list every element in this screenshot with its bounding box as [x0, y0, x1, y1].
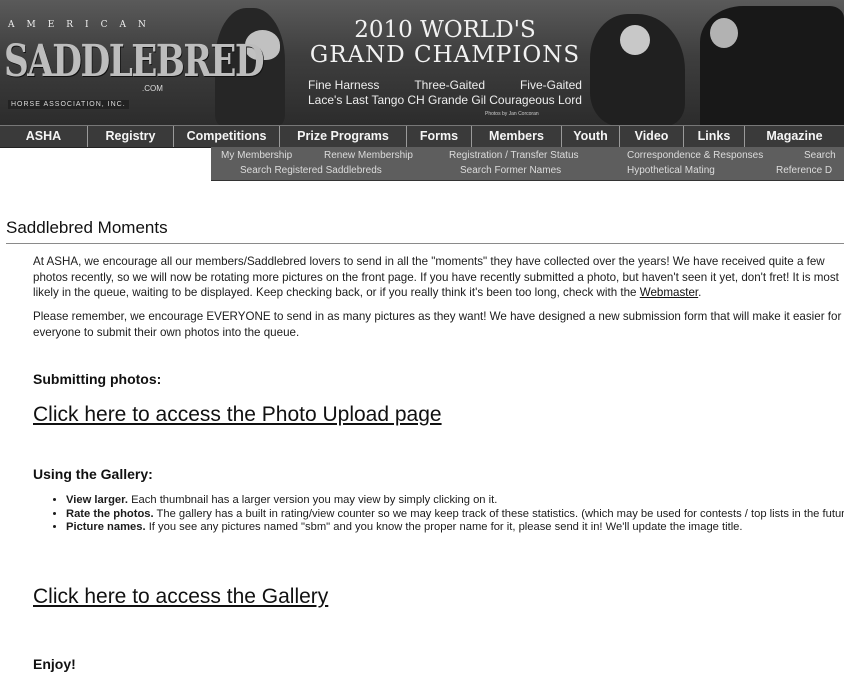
- subnav-search[interactable]: Search: [804, 150, 836, 161]
- nav-competitions[interactable]: Competitions: [174, 126, 280, 147]
- tip-text: The gallery has a built in rating/view c…: [153, 507, 844, 520]
- members-subnav: My Membership Renew Membership Registrat…: [211, 147, 844, 181]
- submitting-photos-heading: Submitting photos:: [33, 371, 162, 387]
- gallery-tips-list: View larger. Each thumbnail has a larger…: [52, 494, 844, 535]
- winner-cell: Three-Gaited: [414, 78, 486, 92]
- using-gallery-heading: Using the Gallery:: [33, 466, 153, 482]
- subnav-registration-transfer-status[interactable]: Registration / Transfer Status: [449, 150, 579, 161]
- winner-cell: Fine Harness: [308, 78, 380, 92]
- winner-cell: CH Grande Gil: [407, 93, 487, 107]
- nav-members[interactable]: Members: [472, 126, 562, 147]
- logo-com-text: .COM: [142, 84, 163, 93]
- subnav-my-membership[interactable]: My Membership: [221, 150, 292, 161]
- photo-upload-link[interactable]: Click here to access the Photo Upload pa…: [33, 403, 442, 427]
- subnav-search-registered[interactable]: Search Registered Saddlebreds: [240, 165, 382, 176]
- tip-text: If you see any pictures named "sbm" and …: [145, 521, 743, 533]
- tip-title: Rate the photos.: [66, 507, 154, 520]
- photo-credit: Photos by Jan Corcoran: [485, 111, 539, 117]
- nav-prize-programs[interactable]: Prize Programs: [280, 126, 407, 147]
- nav-video[interactable]: Video: [620, 126, 684, 147]
- nav-youth[interactable]: Youth: [562, 126, 620, 147]
- winners-row: Lace's Last Tango CH Grande Gil Courageo…: [300, 93, 590, 108]
- list-item: Picture names. If you see any pictures n…: [66, 521, 844, 535]
- rider-face-center: [620, 25, 650, 55]
- winner-cell: Lace's Last Tango: [308, 93, 405, 107]
- intro-end: .: [698, 286, 702, 299]
- title-divider: [6, 243, 844, 244]
- list-item: Rate the photos. The gallery has a built…: [66, 508, 844, 522]
- winners-row: Fine Harness Three-Gaited Five-Gaited: [300, 78, 590, 93]
- page-title: Saddlebred Moments: [6, 218, 168, 237]
- gallery-link[interactable]: Click here to access the Gallery: [33, 585, 328, 609]
- logo-sub-text: HORSE ASSOCIATION, INC.: [8, 100, 129, 109]
- intro-paragraph: At ASHA, we encourage all our members/Sa…: [33, 254, 843, 301]
- rider-face-right: [710, 18, 738, 48]
- intro-text: At ASHA, we encourage all our members/Sa…: [33, 255, 839, 299]
- subnav-reference[interactable]: Reference D: [776, 165, 832, 176]
- webmaster-link[interactable]: Webmaster: [640, 286, 698, 299]
- nav-magazine[interactable]: Magazine: [745, 126, 844, 147]
- list-item: View larger. Each thumbnail has a larger…: [66, 494, 844, 508]
- subnav-correspondence-responses[interactable]: Correspondence & Responses: [627, 150, 763, 161]
- nav-forms[interactable]: Forms: [407, 126, 472, 147]
- nav-links[interactable]: Links: [684, 126, 745, 147]
- logo-top-text: AMERICAN: [8, 20, 158, 30]
- enjoy-text: Enjoy!: [33, 656, 76, 672]
- nav-registry[interactable]: Registry: [88, 126, 174, 147]
- header-banner: AMERICAN SADDLEBRED .COM HORSE ASSOCIATI…: [0, 0, 844, 125]
- nav-asha[interactable]: ASHA: [0, 126, 88, 147]
- site-logo[interactable]: AMERICAN SADDLEBRED .COM HORSE ASSOCIATI…: [4, 18, 265, 118]
- winner-cell: Five-Gaited: [519, 78, 582, 92]
- main-nav: ASHA Registry Competitions Prize Program…: [0, 125, 844, 148]
- tip-title: Picture names.: [66, 521, 146, 533]
- headline-line1: 2010 WORLD'S: [354, 17, 536, 43]
- banner-headline: 2010 WORLD'S GRAND CHAMPIONS: [300, 18, 590, 68]
- subnav-search-former-names[interactable]: Search Former Names: [460, 165, 561, 176]
- tip-title: View larger.: [66, 494, 128, 506]
- winners-list: Fine Harness Three-Gaited Five-Gaited La…: [300, 78, 590, 108]
- winner-cell: Courageous Lord: [489, 93, 582, 107]
- headline-line2: GRAND CHAMPIONS: [309, 42, 581, 68]
- logo-main-text: SADDLEBRED: [4, 36, 265, 87]
- reminder-paragraph: Please remember, we encourage EVERYONE t…: [33, 310, 842, 339]
- subnav-renew-membership[interactable]: Renew Membership: [324, 150, 413, 161]
- tip-text: Each thumbnail has a larger version you …: [127, 494, 498, 506]
- subnav-hypothetical-mating[interactable]: Hypothetical Mating: [627, 165, 715, 176]
